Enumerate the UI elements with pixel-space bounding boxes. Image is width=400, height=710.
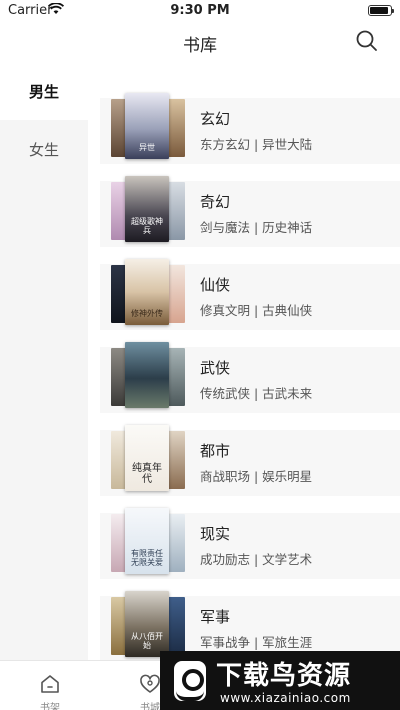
book-covers: 纯真年代 [111,425,185,493]
category-row-xianxia[interactable]: 修神外传 仙侠 修真文明 | 古典仙侠 [100,259,400,330]
sidebar: 男生 女生 [0,62,88,660]
category-list: 异世 玄幻 东方玄幻 | 异世大陆 超级歌神兵 奇幻 剑与魔法 | 历史神话 修… [88,62,400,660]
battery-icon [368,5,394,16]
category-row-xuanhuan[interactable]: 异世 玄幻 东方玄幻 | 异世大陆 [100,93,400,164]
cover-title: 超级歌神兵 [131,217,163,236]
category-name: 都市 [200,442,231,460]
watermark-logo: 下载鸟资源 www.xiazainiao.com [160,651,400,710]
battery-level [370,7,388,14]
heart-icon [140,674,160,693]
watermark-url: www.xiazainiao.com [220,691,351,705]
home-icon [41,675,59,693]
tab-bookshelf[interactable]: 书架 [10,661,90,710]
status-bar: Carrier 9:30 PM [0,0,400,22]
category-name: 武侠 [200,359,231,377]
cover-title: 从八佰开始 [131,632,163,651]
category-subgenres: 成功励志 | 文学艺术 [200,552,313,567]
book-cover: 从八佰开始 [125,591,169,657]
category-name: 现实 [200,525,231,543]
category-name: 奇幻 [200,193,231,211]
book-cover: 超级歌神兵 [125,176,169,242]
watermark-title: 下载鸟资源 [216,661,352,691]
sidebar-item-label: 男生 [28,82,59,101]
category-subgenres: 传统武侠 | 古武未来 [200,386,313,401]
cover-title: 修神外传 [131,309,163,319]
sidebar-item-male[interactable]: 男生 [0,62,88,120]
category-row-wuxia[interactable]: 武侠 传统武侠 | 古武未来 [100,342,400,413]
cover-title: 纯真年代 [132,463,162,485]
book-covers [111,342,185,410]
bird-logo-icon [174,661,206,701]
cover-title: 有限责任无限关爱 [131,549,163,568]
category-name: 玄幻 [200,110,231,128]
page-title: 书库 [183,36,217,56]
category-row-xianshi[interactable]: 有限责任无限关爱 现实 成功励志 | 文学艺术 [100,508,400,579]
category-subgenres: 修真文明 | 古典仙侠 [200,303,313,318]
nav-bar: 书库 [0,22,400,62]
category-row-dushi[interactable]: 纯真年代 都市 商战职场 | 娱乐明星 [100,425,400,496]
sidebar-item-label: 女生 [28,140,59,159]
category-subgenres: 剑与魔法 | 历史神话 [200,220,313,235]
category-name: 仙侠 [200,276,231,294]
book-covers: 有限责任无限关爱 [111,508,185,576]
book-covers: 从八佰开始 [111,591,185,659]
category-name: 军事 [200,608,231,626]
book-covers: 修神外传 [111,259,185,327]
category-row-qihuan[interactable]: 超级歌神兵 奇幻 剑与魔法 | 历史神话 [100,176,400,247]
book-covers: 异世 [111,93,185,161]
book-cover: 有限责任无限关爱 [125,508,169,574]
book-covers: 超级歌神兵 [111,176,185,244]
book-cover [125,342,169,408]
book-cover: 纯真年代 [125,425,169,491]
sidebar-item-female[interactable]: 女生 [0,120,88,178]
cover-title: 异世 [139,143,155,153]
category-subgenres: 军事战争 | 军旅生涯 [200,635,313,650]
search-icon[interactable] [354,28,380,54]
status-time: 9:30 PM [170,3,230,18]
book-cover: 修神外传 [125,259,169,325]
book-cover: 异世 [125,93,169,159]
category-subgenres: 东方玄幻 | 异世大陆 [200,137,313,152]
tab-label: 书架 [40,703,60,710]
category-subgenres: 商战职场 | 娱乐明星 [200,469,313,484]
